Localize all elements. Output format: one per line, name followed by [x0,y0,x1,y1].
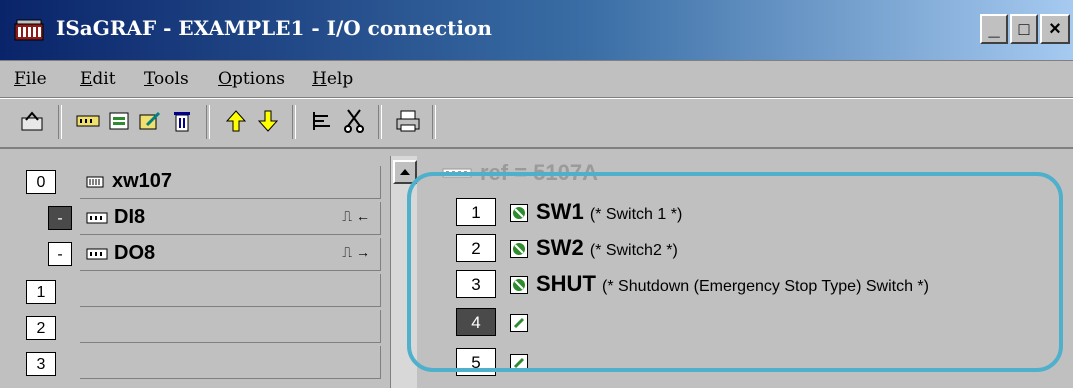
unconnected-channel-icon [510,314,528,332]
variable-name: SHUT (* Shutdown (Emergency Stop Type) S… [536,271,929,296]
toolbar-separator [292,105,296,139]
slot-number: 1 [26,280,56,304]
board-name: xw107 [112,170,173,192]
maximize-button[interactable]: □ [1010,14,1038,44]
slot-row[interactable]: 2 [0,310,390,346]
open-icon[interactable] [18,107,46,135]
toolbar-separator [432,105,436,139]
channel-row[interactable]: 2 SW2 (* Switch2 *) [436,234,1073,270]
toolbar [0,98,1073,149]
edit-icon[interactable] [136,107,164,135]
scroll-up-button[interactable] [393,160,417,184]
variable-name: SW2 (* Switch2 *) [536,235,678,260]
toolbar-separator [378,105,382,139]
collapse-toggle[interactable]: - [48,206,72,230]
slot-bar [80,346,381,379]
output-module-icon [86,248,108,260]
vertical-scrollbar[interactable] [390,156,417,388]
toolbar-separator [58,105,62,139]
window-title: ISaGRAF - EXAMPLE1 - I/O connection [56,16,492,40]
minimize-button[interactable]: _ [980,14,1008,44]
channel-row[interactable]: 1 SW1 (* Switch 1 *) [436,198,1073,234]
channel-number: 5 [456,348,496,376]
board-row[interactable]: 0 xw107 [0,166,390,202]
module-name: DO8 [114,242,156,264]
board-icon [442,168,472,178]
input-module-icon [86,212,108,224]
board-reference: ref = 5107A [436,160,1066,190]
slot-number: 3 [26,352,56,376]
board-bar: xw107 [80,166,381,199]
cut-icon[interactable] [340,107,368,135]
close-button[interactable]: × [1040,14,1070,44]
menu-edit[interactable]: Edit [80,69,116,89]
arrow-up-icon [400,169,410,175]
input-signal-icon: ⎍ ← [342,208,370,224]
slot-number: 2 [26,316,56,340]
menu-help[interactable]: Help [312,69,353,89]
slot-row[interactable]: 1 [0,274,390,310]
app-icon [14,19,44,41]
board-list: 0 xw107 - DI8 ⎍ ← - DO8 ⎍ → 1 2 3 [0,150,390,388]
move-down-icon[interactable] [254,107,282,135]
channel-row[interactable]: 5 [436,348,1073,384]
board-icon [86,176,104,188]
slot-bar [80,310,381,343]
variable-comment: (* Switch 1 *) [589,206,683,223]
slot-row[interactable]: 3 [0,346,390,382]
title-bar[interactable]: ISaGRAF - EXAMPLE1 - I/O connection _ □ … [0,0,1073,61]
channel-number: 4 [456,308,496,336]
align-icon[interactable] [308,107,336,135]
print-icon[interactable] [394,107,422,135]
collapse-toggle[interactable]: - [48,242,72,266]
connected-variable-icon [510,204,528,222]
module-name: DI8 [114,206,146,228]
io-connection-window: ISaGRAF - EXAMPLE1 - I/O connection _ □ … [0,0,1073,388]
connected-variable-icon [510,240,528,258]
menu-tools[interactable]: Tools [144,69,189,89]
channel-number: 2 [456,234,496,262]
channel-list: ref = 5107A 1 SW1 (* Switch 1 *) 2 SW2 (… [420,150,1073,388]
channel-number: 3 [456,270,496,298]
channel-row[interactable]: 4 [436,308,1073,344]
move-up-icon[interactable] [222,107,250,135]
module-bar: DI8 ⎍ ← [80,202,381,235]
board-ref: ref = 5107A [480,160,599,185]
variable-comment: (* Shutdown (Emergency Stop Type) Switch… [602,278,929,295]
slot-bar [80,274,381,307]
slot-number: 0 [26,170,56,194]
variable-name: SW1 (* Switch 1 *) [536,199,683,224]
delete-icon[interactable] [168,107,196,135]
output-signal-icon: ⎍ → [342,244,370,260]
variable-comment: (* Switch2 *) [589,242,678,259]
menu-bar: File Edit Tools Options Help [0,61,1073,98]
unconnected-channel-icon [510,354,528,372]
module-row[interactable]: - DI8 ⎍ ← [0,202,390,238]
channel-row[interactable]: 3 SHUT (* Shutdown (Emergency Stop Type)… [436,270,1073,306]
connect-icon[interactable] [74,107,102,135]
menu-options[interactable]: Options [218,69,285,89]
board-icon[interactable] [106,107,134,135]
module-bar: DO8 ⎍ → [80,238,381,271]
channel-number: 1 [456,198,496,226]
connected-variable-icon [510,276,528,294]
module-row[interactable]: - DO8 ⎍ → [0,238,390,274]
menu-file[interactable]: File [14,69,47,89]
toolbar-separator [206,105,210,139]
